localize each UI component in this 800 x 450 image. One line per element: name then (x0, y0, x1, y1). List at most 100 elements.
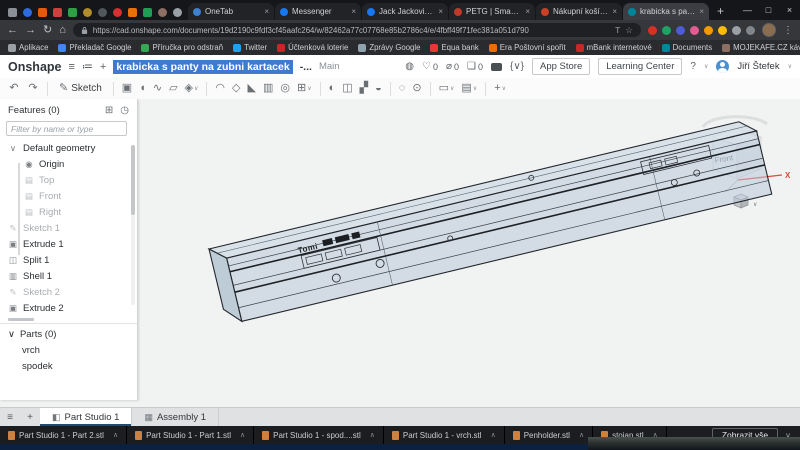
user-avatar[interactable] (716, 60, 730, 73)
chevron-up-icon[interactable]: ∧ (579, 431, 584, 439)
browser-tab-messenger[interactable]: Messenger × (275, 3, 361, 20)
display-options-icon[interactable]: ▤ ∨ (459, 83, 479, 94)
tree-item-default-geometry[interactable]: ∨ Default geometry (0, 140, 137, 156)
document-title[interactable]: krabicka s panty na zubni kartacek (113, 59, 293, 74)
browser-tab-onetab[interactable]: OneTab × (188, 3, 274, 20)
bookmark-star-icon[interactable]: ☆ (625, 25, 633, 36)
draft-tool-icon[interactable]: ◣ (246, 83, 258, 94)
part-item-vrch[interactable]: vrch (0, 342, 137, 358)
bookmark-mojekafe[interactable]: MOJEKAFE.CZ káva (722, 43, 800, 52)
bookmark-prirucka[interactable]: Příručka pro odstraň (141, 43, 223, 52)
download-item[interactable]: Part Studio 1 - vrch.stl ∧ (384, 426, 505, 444)
tree-item-origin[interactable]: ◉ Origin (0, 156, 137, 172)
revolve-tool-icon[interactable]: ◖ (137, 83, 148, 94)
workspace-name[interactable]: Main (319, 61, 340, 72)
tab-manager-icon[interactable]: ≡ (0, 408, 20, 427)
pinned-tab-icon[interactable] (83, 8, 92, 17)
help-icon[interactable]: ? (690, 61, 696, 72)
translate-icon[interactable]: T (615, 25, 620, 35)
tree-item-shell1[interactable]: ▥ Shell 1 (0, 268, 137, 284)
browser-tab-active-onshape[interactable]: krabicka s panty × (623, 3, 709, 20)
part-item-spodek[interactable]: spodek (0, 358, 137, 374)
tree-item-sketch2[interactable]: ✎ Sketch 2 (0, 284, 137, 300)
pinned-tab-icon[interactable] (23, 8, 32, 17)
bookmark-aplikace[interactable]: Aplikace (8, 43, 48, 52)
address-bar[interactable]: https://cad.onshape.com/documents/19d219… (72, 23, 641, 37)
tab-assembly-1[interactable]: ▦ Assembly 1 (132, 408, 220, 427)
pinned-tab-icon[interactable] (68, 8, 77, 17)
chevron-up-icon[interactable]: ∧ (113, 431, 118, 439)
3d-viewport-canvas[interactable]: Top Front X ∨ (137, 99, 800, 407)
browser-tab-nakupni-kosik[interactable]: Nákupní košík | S × (536, 3, 622, 20)
home-button[interactable]: ⌂ (59, 24, 66, 36)
pinned-tab-icon[interactable] (8, 8, 17, 17)
new-tab-button[interactable]: + (710, 2, 731, 20)
tab-close-icon[interactable]: × (438, 7, 443, 16)
tab-close-icon[interactable]: × (699, 7, 704, 16)
reload-button[interactable]: ↻ (43, 24, 52, 36)
rollback-bar[interactable] (8, 318, 34, 321)
chevron-up-icon[interactable]: ∧ (240, 431, 245, 439)
extension-icon[interactable] (690, 25, 699, 35)
pinned-tab-icon[interactable] (98, 8, 107, 17)
versions-icon[interactable]: ≔ (82, 60, 93, 73)
fillet-tool-icon[interactable]: ◠ (213, 83, 227, 94)
panel-scrollbar[interactable] (131, 145, 135, 305)
pinned-tab-icon[interactable] (143, 8, 152, 17)
transform-tool-icon[interactable]: ◒ (373, 83, 384, 94)
tree-item-front-plane[interactable]: ▤ Front (0, 188, 137, 204)
tree-item-top-plane[interactable]: ▤ Top (0, 172, 137, 188)
sketch-button[interactable]: ✎ Sketch (54, 82, 107, 95)
minimize-button[interactable]: — (737, 0, 758, 20)
zoom-tools-icon[interactable]: + ∨ (492, 83, 508, 94)
pinned-tab-icon[interactable] (173, 8, 182, 17)
part-model[interactable]: Tomi (207, 118, 773, 325)
mirror-tool-icon[interactable]: ▞ (358, 83, 370, 94)
forward-button[interactable]: → (25, 24, 36, 36)
new-folder-icon[interactable]: ⊞ (105, 105, 113, 116)
boolean-tool-icon[interactable]: ◐ (327, 83, 338, 94)
extension-icon[interactable] (732, 25, 741, 35)
parts-header[interactable]: ∨ Parts (0) (0, 326, 137, 342)
follow-icon[interactable]: + (100, 61, 106, 73)
extension-icon[interactable] (676, 25, 685, 35)
redo-icon[interactable]: ↷ (25, 83, 41, 94)
thicken-tool-icon[interactable]: ◈ ∨ (183, 83, 201, 94)
tab-close-icon[interactable]: × (264, 7, 269, 16)
browser-tab-jack-jackovic[interactable]: Jack Jackovic Slu × (362, 3, 448, 20)
chevron-up-icon[interactable]: ∧ (370, 431, 375, 439)
user-name[interactable]: Jiří Štefek (737, 61, 779, 72)
likes-counter[interactable]: ♡ 0 (422, 61, 438, 72)
comments-icon[interactable] (490, 62, 502, 71)
shell-tool-icon[interactable]: ▥ (261, 83, 275, 94)
tab-close-icon[interactable]: × (351, 7, 356, 16)
bookmark-twitter[interactable]: Twitter (233, 43, 267, 52)
chamfer-tool-icon[interactable]: ◇ (230, 83, 242, 94)
maximize-button[interactable]: □ (758, 0, 779, 20)
loft-tool-icon[interactable]: ▱ (167, 83, 179, 94)
onshape-logo[interactable]: Onshape (8, 60, 62, 74)
picture-in-picture-overlay[interactable] (588, 437, 800, 450)
chevron-up-icon[interactable]: ∧ (491, 431, 496, 439)
tree-item-sketch1[interactable]: ✎ Sketch 1 (0, 220, 137, 236)
delete-part-tool-icon[interactable]: ◌ (397, 83, 408, 94)
3d-viewport[interactable]: Top Front X ∨ (137, 99, 800, 407)
back-button[interactable]: ← (7, 24, 18, 36)
browser-tab-petg[interactable]: PETG | Smart3D × (449, 3, 535, 20)
tree-item-split1[interactable]: ◫ Split 1 (0, 252, 137, 268)
bookmark-uctenkova[interactable]: Účtenková loterie (277, 43, 348, 52)
bookmark-mbank[interactable]: mBank internetové (575, 43, 652, 52)
featurescript-icon[interactable]: {∨} (510, 61, 524, 72)
tab-close-icon[interactable]: × (525, 7, 530, 16)
pinned-tab-icon[interactable] (158, 8, 167, 17)
pattern-tool-icon[interactable]: ⊞ ∨ (295, 83, 314, 94)
tree-item-right-plane[interactable]: ▤ Right (0, 204, 137, 220)
browser-menu-icon[interactable]: ⋮ (783, 25, 793, 36)
close-button[interactable]: × (779, 0, 800, 20)
sweep-tool-icon[interactable]: ∿ (151, 83, 164, 94)
download-item[interactable]: Part Studio 1 - Part 1.stl ∧ (127, 426, 255, 444)
bookmark-era[interactable]: Era Poštovní spořit (488, 43, 566, 52)
extension-icon[interactable] (704, 25, 713, 35)
undo-icon[interactable]: ↶ (6, 83, 22, 94)
pinned-tab-icon[interactable] (53, 8, 62, 17)
